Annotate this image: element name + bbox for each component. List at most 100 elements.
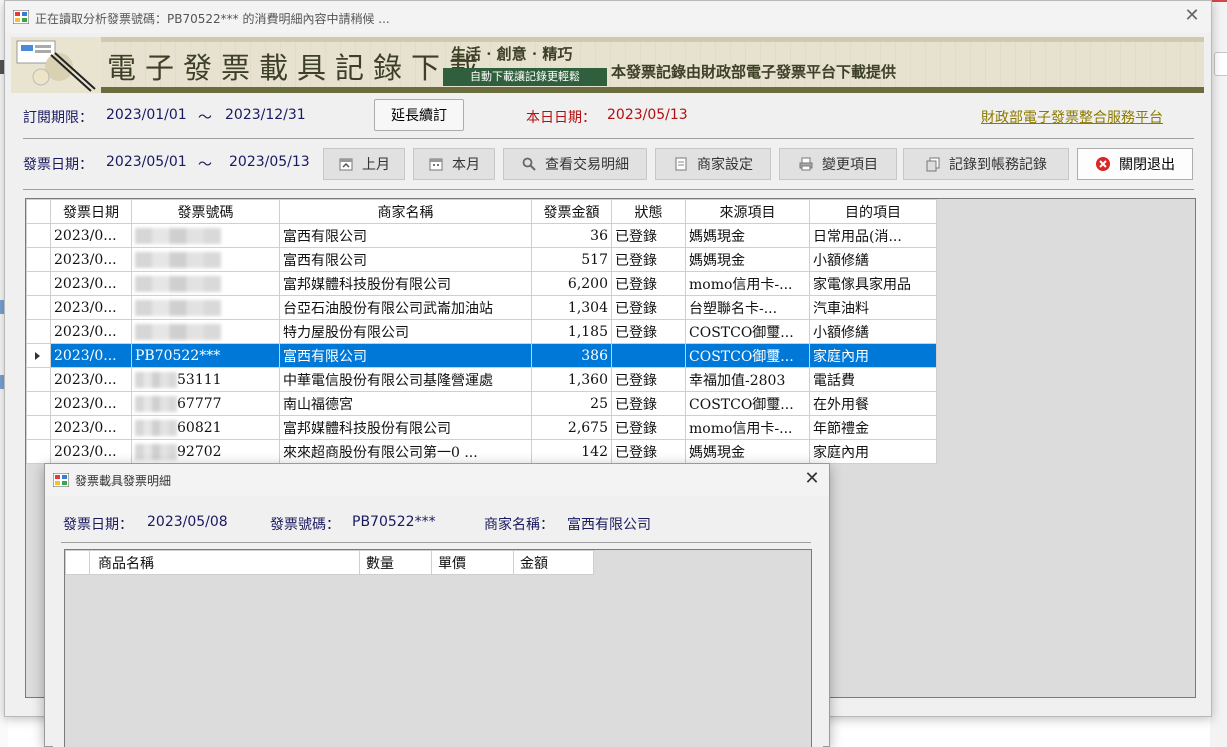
close-exit-button[interactable]: 關閉退出 (1077, 148, 1193, 180)
cell-status (611, 343, 686, 368)
table-row[interactable]: 2023/0... 67777 南山福德宮 25 已登錄 COSTCO御璽...… (26, 391, 937, 416)
cell-target: 年節禮金 (809, 415, 937, 440)
banner-bottom-band (11, 87, 1204, 93)
column-header-invoice[interactable]: 發票號碼 (131, 199, 280, 224)
dialog-close-icon[interactable]: ✕ (801, 469, 823, 491)
cell-merchant: 南山福德宮 (279, 391, 532, 416)
row-header[interactable] (26, 415, 51, 440)
column-header-product[interactable]: 商品名稱 (89, 550, 360, 575)
dialog-app-icon (53, 473, 69, 487)
column-header-unit-price[interactable]: 單價 (431, 550, 514, 575)
view-details-button[interactable]: 查看交易明細 (503, 148, 647, 180)
document-icon (675, 157, 687, 171)
window-close-icon[interactable]: ✕ (1181, 6, 1203, 28)
cell-merchant: 富西有限公司 (279, 223, 532, 248)
column-header-date[interactable]: 發票日期 (50, 199, 132, 224)
cell-source: 媽媽現金 (685, 247, 810, 272)
redacted-value (135, 395, 177, 412)
record-to-ledger-button[interactable]: 記錄到帳務記錄 (903, 148, 1069, 180)
cell-amount: 2,675 (531, 415, 612, 440)
banner-slogan: 生活 · 創意 · 精巧 (451, 45, 573, 63)
cell-date: 2023/0... (50, 367, 132, 392)
change-items-button[interactable]: 變更項目 (779, 148, 897, 180)
cell-status: 已登錄 (611, 415, 686, 440)
column-header-merchant[interactable]: 商家名稱 (279, 199, 532, 224)
invoice-range-tilde: ～ (198, 157, 212, 173)
this-month-button[interactable]: 本月 (413, 148, 495, 180)
background-input (1214, 52, 1227, 76)
calendar-icon (429, 158, 443, 171)
column-header-target[interactable]: 目的項目 (809, 199, 937, 224)
cell-invoice: PB70522*** (131, 343, 280, 368)
row-header-corner (26, 199, 51, 224)
column-header-quantity[interactable]: 數量 (359, 550, 432, 575)
header-banner: 電子發票載具記錄下載 生活 · 創意 · 精巧 自動下載讓記錄更輕鬆 本發票記錄… (11, 37, 1204, 93)
cell-target: 家庭內用 (809, 439, 937, 464)
cell-date: 2023/0... (50, 295, 132, 320)
column-header-status[interactable]: 狀態 (611, 199, 686, 224)
cell-source: 媽媽現金 (685, 439, 810, 464)
column-header-source[interactable]: 來源項目 (685, 199, 810, 224)
table-row[interactable]: 2023/0... 92702 來來超商股份有限公司第一0 ... 142 已登… (26, 439, 937, 464)
table-row[interactable]: 2023/0... 富西有限公司 36 已登錄 媽媽現金 日常用品(消... (26, 223, 937, 248)
table-row[interactable]: 2023/0... 60821 富邦媒體科技股份有限公司 2,675 已登錄 m… (26, 415, 937, 440)
row-header[interactable] (26, 223, 51, 248)
invoice-suffix: 92702 (177, 443, 222, 460)
cell-amount: 36 (531, 223, 612, 248)
invoice-detail-dialog: 發票載具發票明細 ✕ 發票日期： 2023/05/08 發票號碼： PB7052… (44, 463, 830, 747)
row-header[interactable] (26, 319, 51, 344)
table-row[interactable]: 2023/0... 台亞石油股份有限公司武崙加油站 1,304 已登錄 台塑聯名… (26, 295, 937, 320)
cell-amount: 6,200 (531, 271, 612, 296)
table-row-selected[interactable]: 2023/0... PB70522*** 富西有限公司 386 COSTCO御璽… (26, 343, 937, 368)
portal-link[interactable]: 財政部電子發票整合服務平台 (981, 107, 1163, 127)
merchant-settings-button[interactable]: 商家設定 (655, 148, 771, 180)
banner-top-band (11, 37, 1204, 42)
cell-target: 小額修繕 (809, 247, 937, 272)
cell-invoice (131, 271, 280, 296)
cell-merchant: 富西有限公司 (279, 247, 532, 272)
invoice-suffix: 53111 (177, 371, 222, 388)
column-header-amount[interactable]: 發票金額 (531, 199, 612, 224)
cell-source: 媽媽現金 (685, 223, 810, 248)
cell-merchant: 富邦媒體科技股份有限公司 (279, 415, 532, 440)
printer-icon (799, 157, 813, 171)
row-header[interactable] (26, 247, 51, 272)
cell-date: 2023/0... (50, 343, 132, 368)
cell-date: 2023/0... (50, 247, 132, 272)
cell-target: 日常用品(消... (809, 223, 937, 248)
banner-title: 電子發票載具記錄下載 (107, 51, 488, 85)
column-header-total[interactable]: 金額 (513, 550, 594, 575)
row-header[interactable] (26, 271, 51, 296)
row-header[interactable] (26, 439, 51, 464)
item-detail-grid[interactable]: 商品名稱 數量 單價 金額 (64, 549, 812, 747)
table-row[interactable]: 2023/0... 富邦媒體科技股份有限公司 6,200 已登錄 momo信用卡… (26, 271, 937, 296)
cell-status: 已登錄 (611, 367, 686, 392)
cell-date: 2023/0... (50, 439, 132, 464)
cell-amount: 517 (531, 247, 612, 272)
cell-amount: 142 (531, 439, 612, 464)
redacted-value (135, 419, 177, 436)
prev-month-button[interactable]: 上月 (323, 148, 405, 180)
dialog-title: 發票載具發票明細 (75, 474, 172, 488)
cell-merchant: 特力屋股份有限公司 (279, 319, 532, 344)
row-header[interactable] (26, 343, 51, 368)
table-row[interactable]: 2023/0... 富西有限公司 517 已登錄 媽媽現金 小額修繕 (26, 247, 937, 272)
row-header[interactable] (26, 391, 51, 416)
dialog-title-bar[interactable]: 發票載具發票明細 ✕ (45, 464, 829, 496)
redacted-value (135, 299, 221, 316)
cell-status: 已登錄 (611, 391, 686, 416)
dialog-merchant: 富西有限公司 (567, 517, 651, 533)
row-header[interactable] (26, 295, 51, 320)
renew-button[interactable]: 延長續訂 (374, 99, 464, 131)
subscription-label: 訂閱期限： (23, 110, 93, 126)
table-row[interactable]: 2023/0... 特力屋股份有限公司 1,185 已登錄 COSTCO御璽..… (26, 319, 937, 344)
title-bar[interactable]: 正在讀取分析發票號碼：PB70522*** 的消費明細內容中請稍候 ... ✕ (5, 1, 1211, 33)
cell-invoice (131, 247, 280, 272)
cell-target: 家庭內用 (809, 343, 937, 368)
cell-status: 已登錄 (611, 319, 686, 344)
row-header[interactable] (26, 367, 51, 392)
cell-merchant: 台亞石油股份有限公司武崙加油站 (279, 295, 532, 320)
redacted-value (135, 251, 221, 268)
table-row[interactable]: 2023/0... 53111 中華電信股份有限公司基隆營運處 1,360 已登… (26, 367, 937, 392)
cell-target: 電話費 (809, 367, 937, 392)
